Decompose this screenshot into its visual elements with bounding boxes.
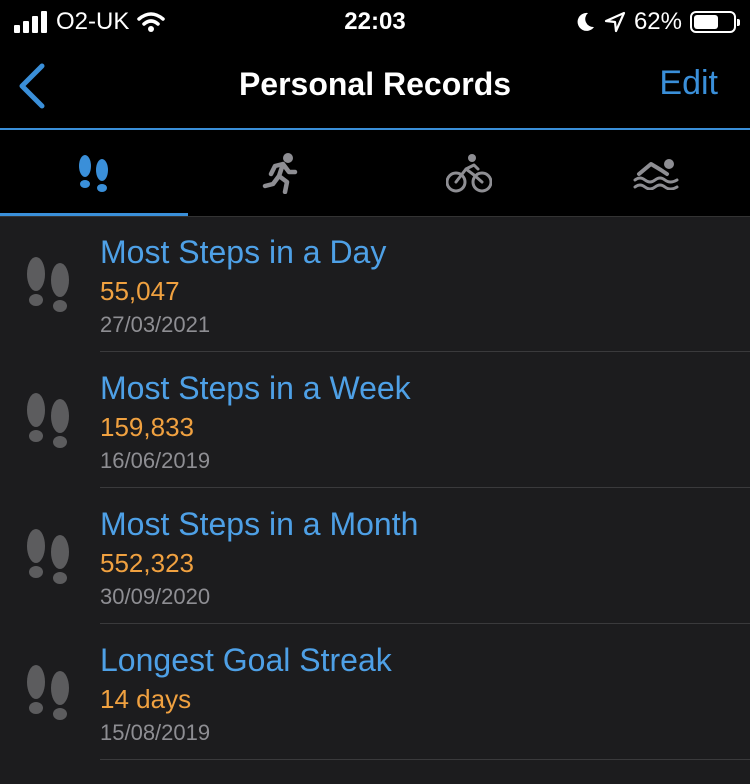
- record-date: 27/03/2021: [100, 312, 211, 337]
- cycling-icon: [445, 154, 492, 193]
- record-value: 159,833: [100, 412, 194, 442]
- running-icon: [263, 153, 298, 194]
- battery-percent: 62%: [633, 8, 682, 35]
- footsteps-icon: [78, 155, 108, 192]
- moon-icon: [577, 12, 594, 31]
- record-date: 30/09/2020: [100, 584, 211, 609]
- activity-tabs: [0, 130, 750, 217]
- tab-swimming[interactable]: [563, 130, 750, 216]
- footsteps-icon: [27, 665, 69, 720]
- page-title: Personal Records: [238, 66, 512, 102]
- record-value: 14 days: [100, 684, 192, 714]
- record-value: 552,323: [100, 548, 194, 578]
- record-row[interactable]: Most Steps in a Week 159,833 16/06/2019: [0, 352, 750, 488]
- footsteps-icon: [27, 393, 69, 448]
- battery-icon: [690, 11, 740, 33]
- location-arrow-icon: [604, 11, 626, 33]
- record-row[interactable]: Longest Goal Streak 14 days 15/08/2019: [0, 624, 750, 760]
- footsteps-icon: [27, 257, 69, 312]
- edit-button[interactable]: Edit: [659, 64, 718, 103]
- tab-cycling[interactable]: [375, 130, 563, 216]
- tab-running[interactable]: [188, 130, 376, 216]
- record-date: 16/06/2019: [100, 448, 211, 473]
- records-list: Most Steps in a Day 55,047 27/03/2021 Mo…: [0, 216, 750, 760]
- tab-steps[interactable]: [0, 130, 188, 216]
- record-title: Most Steps in a Day: [100, 234, 387, 270]
- footsteps-icon: [27, 529, 69, 584]
- navigation-bar: Personal Records Edit: [0, 44, 750, 130]
- record-row[interactable]: Most Steps in a Month 552,323 30/09/2020: [0, 488, 750, 624]
- record-row[interactable]: Most Steps in a Day 55,047 27/03/2021: [0, 216, 750, 352]
- record-date: 15/08/2019: [100, 720, 211, 745]
- record-title: Most Steps in a Month: [100, 506, 419, 542]
- record-title: Longest Goal Streak: [100, 642, 392, 678]
- record-title: Most Steps in a Week: [100, 370, 411, 406]
- status-bar: O2-UK 22:03 62%: [0, 0, 750, 44]
- swimming-icon: [633, 159, 679, 190]
- record-value: 55,047: [100, 276, 180, 306]
